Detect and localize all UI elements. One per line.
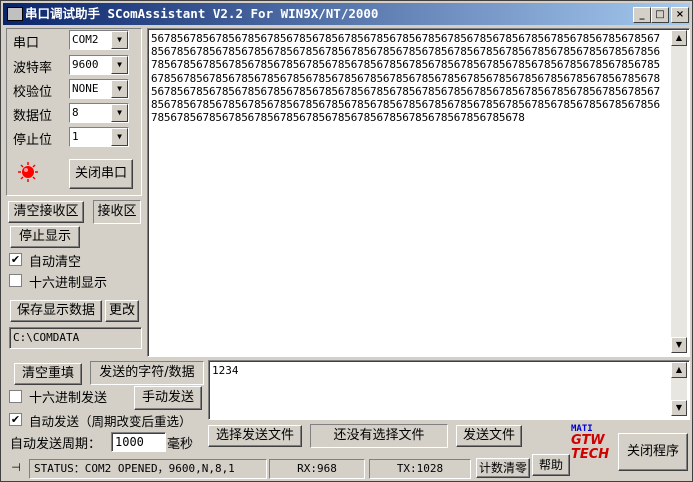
chevron-down-icon[interactable]: ▼ (111, 56, 128, 74)
hex-send-checkbox[interactable] (9, 390, 22, 403)
port-select[interactable]: COM2 ▼ (69, 30, 129, 50)
stop-display-button[interactable]: 停止显示 (10, 226, 80, 248)
send-file-button[interactable]: 发送文件 (456, 425, 522, 447)
auto-send-checkbox[interactable]: ✔ (9, 413, 22, 426)
company-logo: MATI GTW TECH (571, 424, 613, 478)
auto-clear-checkbox[interactable]: ✔ (9, 253, 22, 266)
app-icon (7, 7, 23, 21)
receive-area-label: 接收区 (93, 200, 141, 224)
auto-send-label: 自动发送（周期改变后重选） (29, 414, 192, 429)
receive-text: 5678567856785678567856785678567856785678… (151, 32, 660, 125)
data-bits-label: 数据位 (13, 109, 53, 124)
hex-display-checkbox[interactable] (9, 274, 22, 287)
app-window: 串口调试助手 SComAssistant V2.2 For WIN9X/NT/2… (0, 0, 693, 482)
status-indicator-icon (18, 162, 38, 182)
save-display-button[interactable]: 保存显示数据 (10, 300, 102, 322)
close-port-button[interactable]: 关闭串口 (69, 159, 133, 189)
help-button[interactable]: 帮助 (532, 454, 570, 476)
period-unit: 毫秒 (167, 437, 194, 452)
manual-send-button[interactable]: 手动发送 (134, 386, 202, 410)
baud-value: 9600 (72, 58, 99, 71)
clear-resend-button[interactable]: 清空重填 (14, 363, 82, 385)
baud-select[interactable]: 9600 ▼ (69, 55, 129, 75)
port-label: 串口 (13, 36, 40, 51)
receive-scrollbar[interactable]: ▲ ▼ (671, 30, 687, 353)
scroll-down-icon[interactable]: ▼ (671, 337, 687, 353)
scroll-up-icon[interactable]: ▲ (671, 362, 687, 378)
receive-textarea[interactable]: 5678567856785678567856785678567856785678… (147, 28, 690, 357)
window-title: 串口调试助手 SComAssistant V2.2 For WIN9X/NT/2… (25, 6, 379, 21)
send-textarea[interactable]: 1234 ▲ ▼ (208, 360, 690, 420)
title-bar: 串口调试助手 SComAssistant V2.2 For WIN9X/NT/2… (3, 3, 690, 25)
baud-label: 波特率 (13, 61, 53, 76)
count-clear-button[interactable]: 计数清零 (476, 458, 530, 478)
scroll-up-icon[interactable]: ▲ (671, 30, 687, 46)
hex-display-label: 十六进制显示 (29, 276, 108, 291)
logo-text-bottom: TECH (571, 447, 610, 462)
clear-receive-button[interactable]: 清空接收区 (8, 201, 84, 223)
hex-send-label: 十六进制发送 (29, 391, 108, 406)
data-bits-value: 8 (72, 106, 79, 119)
close-program-button[interactable]: 关闭程序 (618, 433, 688, 471)
chevron-down-icon[interactable]: ▼ (111, 31, 128, 49)
select-file-button[interactable]: 选择发送文件 (208, 425, 302, 447)
stop-bits-label: 停止位 (13, 133, 53, 148)
period-label: 自动发送周期： (10, 437, 102, 452)
send-text: 1234 (212, 364, 239, 377)
scroll-down-icon[interactable]: ▼ (671, 400, 687, 416)
data-bits-select[interactable]: 8 ▼ (69, 103, 129, 123)
close-window-button[interactable]: × (671, 7, 689, 23)
change-path-button[interactable]: 更改 (105, 300, 139, 322)
rx-count: RX:968 (269, 459, 365, 479)
plug-icon: ⊣ (11, 461, 21, 474)
stop-bits-select[interactable]: 1 ▼ (69, 127, 129, 147)
minimize-button[interactable]: _ (633, 7, 651, 23)
chevron-down-icon[interactable]: ▼ (111, 80, 128, 98)
maximize-button[interactable]: □ (651, 7, 669, 23)
save-path-field: C:\COMDATA (9, 327, 142, 349)
auto-clear-label: 自动清空 (29, 255, 82, 270)
parity-select[interactable]: NONE ▼ (69, 79, 129, 99)
logo-text-mid: GTW (571, 433, 605, 448)
file-status-label: 还没有选择文件 (310, 424, 448, 448)
status-text: STATUS：COM2 OPENED，9600,N,8,1 (29, 459, 267, 479)
chevron-down-icon[interactable]: ▼ (111, 104, 128, 122)
parity-label: 校验位 (13, 85, 53, 100)
send-chars-label: 发送的字符/数据 (90, 361, 204, 385)
send-scrollbar[interactable]: ▲ ▼ (671, 362, 687, 416)
stop-bits-value: 1 (72, 130, 79, 143)
port-value: COM2 (72, 33, 99, 46)
chevron-down-icon[interactable]: ▼ (111, 128, 128, 146)
tx-count: TX:1028 (369, 459, 471, 479)
parity-value: NONE (72, 82, 99, 95)
period-input[interactable]: 1000 (111, 432, 166, 452)
